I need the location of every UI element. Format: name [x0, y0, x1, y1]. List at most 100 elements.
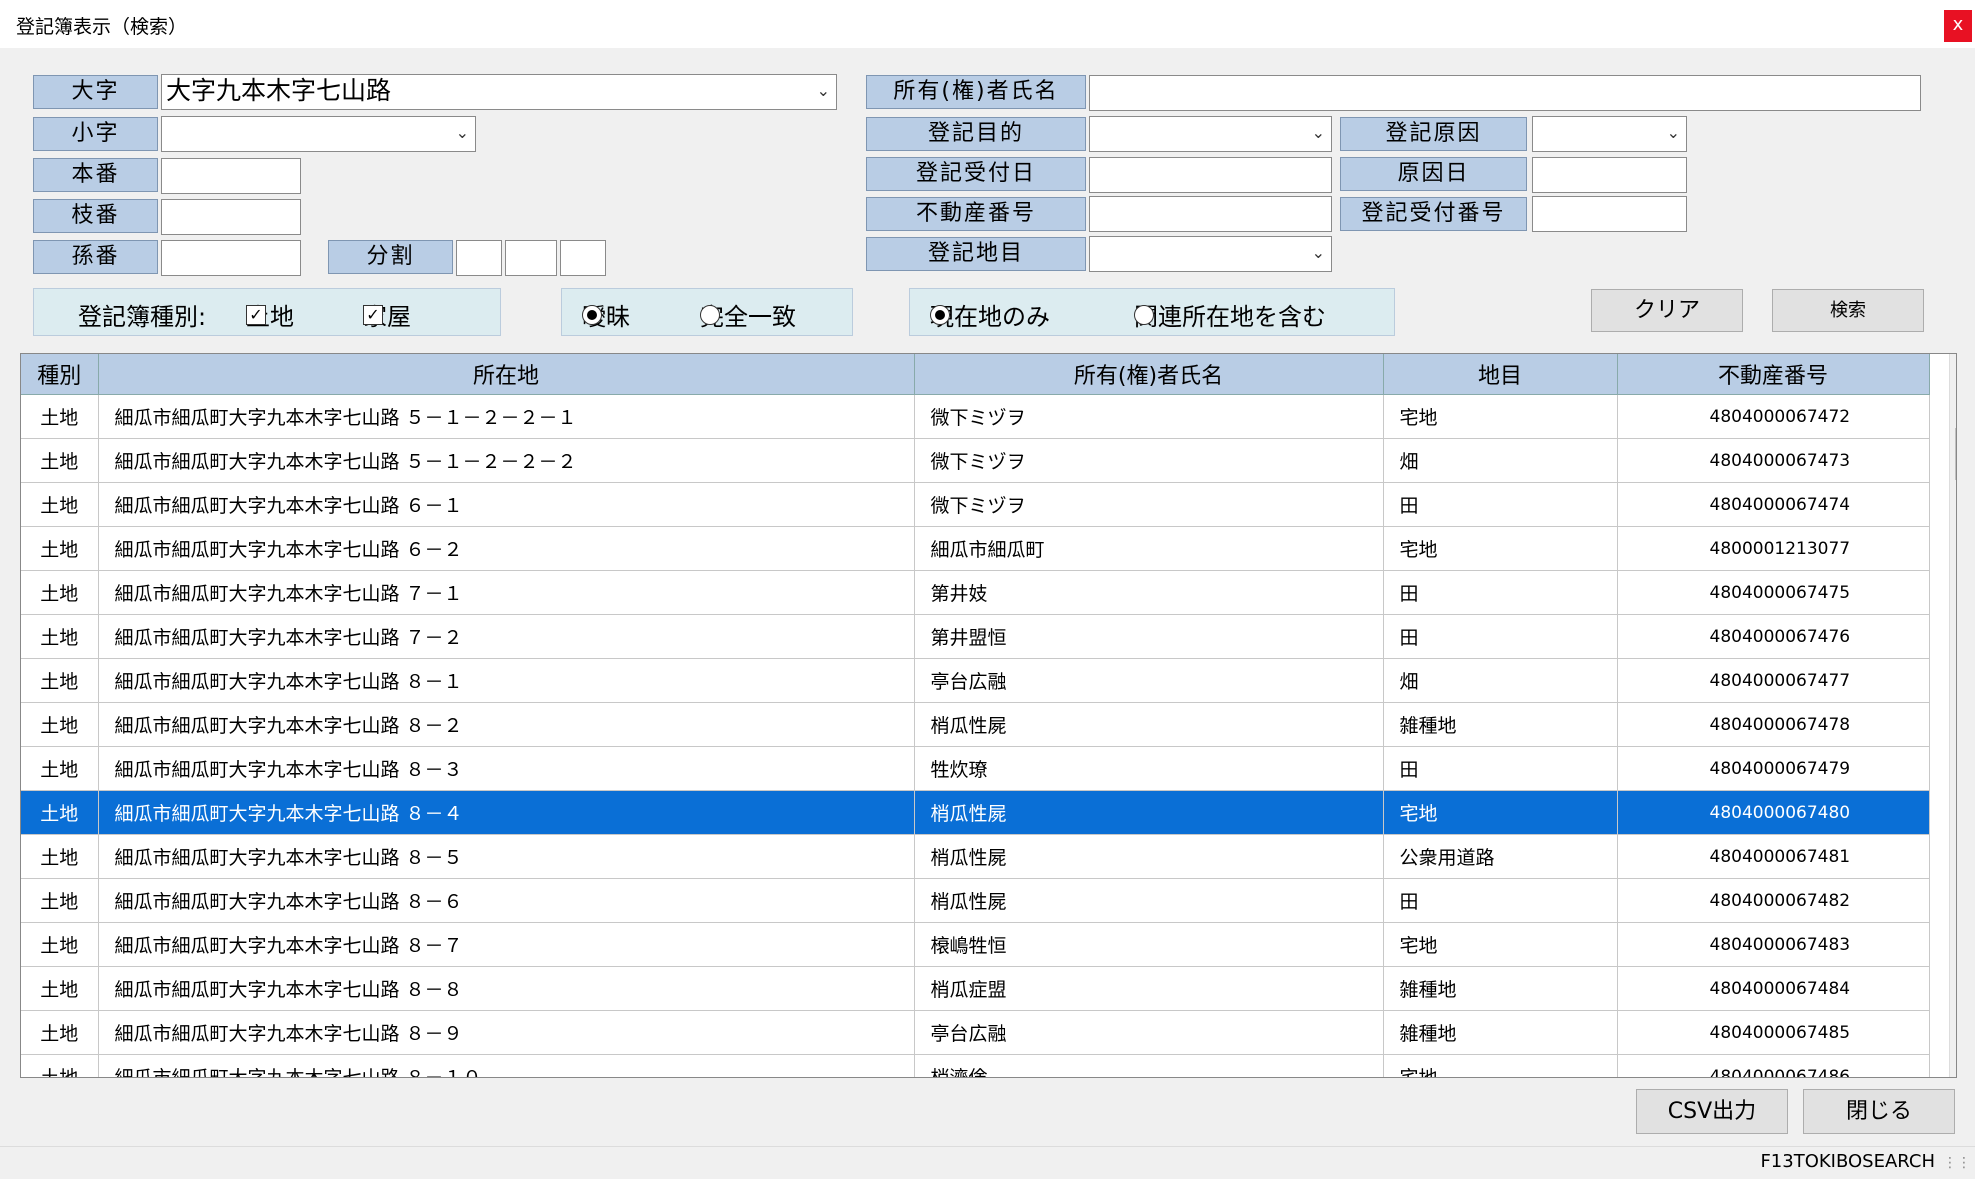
radio-selected-icon: [582, 305, 602, 325]
scroll-up-icon[interactable]: ▲: [1950, 354, 1956, 378]
location-scope-group: 現在地のみ 関連所在地を含む: [909, 288, 1395, 336]
cell-property-no: 4804000067472: [1617, 394, 1930, 439]
results-grid[interactable]: 種別 所在地 所有(権)者氏名 地目 不動産番号 土地 細瓜市細瓜町大字九本木字七…: [20, 353, 1957, 1078]
table-row[interactable]: 土地 細瓜市細瓜町大字九本木字七山路 ８－２ 梢瓜性屍 雑種地 480400006747…: [21, 702, 1930, 747]
cell-type: 土地: [21, 1054, 99, 1077]
table-row[interactable]: 土地 細瓜市細瓜町大字九本木字七山路 ７－２ 第井盟恒田 4804000067476: [21, 614, 1930, 659]
radio-icon: [700, 305, 720, 325]
cell-owner: 微下ミヅヲ: [914, 438, 1384, 483]
include-related-radio[interactable]: 関連所在地を含む: [1134, 297, 1326, 332]
cell-type: 土地: [21, 614, 99, 659]
table-row[interactable]: 土地 細瓜市細瓜町大字九本木字七山路 ８－１０ 梢濟倹 宅地 4804000067486: [21, 1054, 1930, 1077]
checkbox-checked-icon: ✓: [363, 305, 383, 325]
table-row[interactable]: 土地 細瓜市細瓜町大字九本木字七山路 ５－１－２－２－２ 微下ミヅヲ畑 4804000…: [21, 438, 1930, 483]
chevron-down-icon: ⌄: [1311, 243, 1325, 262]
property-no-input[interactable]: [1089, 196, 1332, 232]
cell-property-no: 4804000067480: [1617, 790, 1930, 835]
table-row[interactable]: 土地 細瓜市細瓜町大字九本木字七山路 ８－７ 榱嶋牲恒 宅地 4804000067483: [21, 922, 1930, 967]
cell-property-no: 4804000067482: [1617, 878, 1930, 923]
owner-input[interactable]: [1089, 75, 1921, 111]
magoban-label: 孫番: [33, 240, 158, 274]
table-row[interactable]: 土地 細瓜市細瓜町大字九本木字七山路 ５－１－２－２－１ 微下ミヅヲ 宅地 480400…: [21, 394, 1930, 439]
cell-type: 土地: [21, 966, 99, 1011]
bunkatsu-input-1[interactable]: [456, 240, 502, 276]
chevron-down-icon: ⌄: [1311, 123, 1325, 142]
cell-owner: 梢瓜性屍: [914, 878, 1384, 923]
table-row[interactable]: 土地 細瓜市細瓜町大字九本木字七山路 ８－８ 梢瓜症盟 雑種地 480400006748…: [21, 966, 1930, 1011]
cell-type: 土地: [21, 526, 99, 571]
cell-location: 細瓜市細瓜町大字九本木字七山路 ８－９: [98, 1010, 915, 1055]
table-row[interactable]: 土地 細瓜市細瓜町大字九本木字七山路 ７－１ 第井妓田 4804000067475: [21, 570, 1930, 615]
table-row[interactable]: 土地 細瓜市細瓜町大字九本木字七山路 ８－９ 亭台広融 雑種地 480400006748…: [21, 1010, 1930, 1055]
cell-owner: 微下ミヅヲ: [914, 394, 1384, 439]
csv-export-button[interactable]: CSV出力: [1636, 1089, 1788, 1134]
clear-button[interactable]: クリア: [1591, 289, 1743, 332]
cell-type: 土地: [21, 702, 99, 747]
cell-type: 土地: [21, 746, 99, 791]
purpose-select[interactable]: ⌄: [1089, 116, 1332, 152]
scrollbar-thumb[interactable]: [1955, 428, 1956, 480]
cell-owner: 第井盟恒: [914, 614, 1384, 659]
cell-owner: 榱嶋牲恒: [914, 922, 1384, 967]
column-header-type[interactable]: 種別: [21, 354, 99, 395]
cell-property-no: 4804000067486: [1617, 1054, 1930, 1077]
cell-owner: 第井妓: [914, 570, 1384, 615]
exact-radio[interactable]: 完全一致: [700, 297, 796, 332]
table-row[interactable]: 土地 細瓜市細瓜町大字九本木字七山路 ６－２ 細瓜市細瓜町 宅地 48000012130…: [21, 526, 1930, 571]
cell-land-category: 畑: [1383, 658, 1618, 703]
chevron-down-icon: ⌄: [455, 123, 469, 142]
table-row[interactable]: 土地 細瓜市細瓜町大字九本木字七山路 ８－３ 牲炊璙田 4804000067479: [21, 746, 1930, 791]
magoban-input[interactable]: [161, 240, 301, 276]
land-checkbox[interactable]: ✓ 土地: [246, 297, 294, 332]
oaza-select[interactable]: 大字九本木字七山路 ⌄: [161, 74, 837, 110]
koaza-select[interactable]: ⌄: [161, 116, 476, 152]
cell-land-category: 田: [1383, 614, 1618, 659]
cell-location: 細瓜市細瓜町大字九本木字七山路 ８－２: [98, 702, 915, 747]
cell-land-category: 畑: [1383, 438, 1618, 483]
table-row[interactable]: 土地 細瓜市細瓜町大字九本木字七山路 ６－１ 微下ミヅヲ田 4804000067474: [21, 482, 1930, 527]
bunkatsu-input-3[interactable]: [560, 240, 606, 276]
scroll-down-icon[interactable]: ▼: [1950, 1053, 1956, 1077]
honban-label: 本番: [33, 158, 158, 192]
vertical-scrollbar[interactable]: ▲ ▼: [1949, 354, 1956, 1077]
table-row[interactable]: 土地 細瓜市細瓜町大字九本木字七山路 ８－５ 梢瓜性屍 公衆用道路 4804000067…: [21, 834, 1930, 879]
cell-location: 細瓜市細瓜町大字九本木字七山路 ８－７: [98, 922, 915, 967]
koaza-label: 小字: [33, 117, 158, 151]
receipt-no-input[interactable]: [1532, 196, 1687, 232]
cause-select[interactable]: ⌄: [1532, 116, 1687, 152]
table-row[interactable]: 土地 細瓜市細瓜町大字九本木字七山路 ８－４ 梢瓜性屍 宅地 4804000067480: [21, 790, 1930, 835]
edaban-input[interactable]: [161, 199, 301, 235]
close-window-button[interactable]: x: [1944, 10, 1972, 42]
close-button[interactable]: 閉じる: [1803, 1089, 1955, 1134]
resize-grip-icon[interactable]: ⋮⋮: [1943, 1155, 1971, 1171]
cell-property-no: 4804000067477: [1617, 658, 1930, 703]
honban-input[interactable]: [161, 158, 301, 194]
cell-type: 土地: [21, 658, 99, 703]
building-checkbox[interactable]: ✓ 家屋: [363, 297, 411, 332]
owner-label: 所有(権)者氏名: [866, 75, 1086, 109]
column-header-owner[interactable]: 所有(権)者氏名: [914, 354, 1384, 395]
cell-land-category: 宅地: [1383, 922, 1618, 967]
bunkatsu-input-2[interactable]: [505, 240, 557, 276]
cell-property-no: 4804000067476: [1617, 614, 1930, 659]
cell-location: 細瓜市細瓜町大字九本木字七山路 ６－１: [98, 482, 915, 527]
oaza-value: 大字九本木字七山路: [166, 76, 392, 105]
column-header-land-category[interactable]: 地目: [1383, 354, 1618, 395]
fuzzy-radio[interactable]: 曖昧: [582, 297, 630, 332]
cell-location: 細瓜市細瓜町大字九本木字七山路 ７－２: [98, 614, 915, 659]
cause-date-input[interactable]: [1532, 157, 1687, 193]
receipt-date-input[interactable]: [1089, 157, 1332, 193]
results-table: 種別 所在地 所有(権)者氏名 地目 不動産番号 土地 細瓜市細瓜町大字九本木字七…: [21, 354, 1930, 1077]
search-button[interactable]: 検索: [1772, 289, 1924, 332]
land-category-select[interactable]: ⌄: [1089, 236, 1332, 272]
table-row[interactable]: 土地 細瓜市細瓜町大字九本木字七山路 ８－６ 梢瓜性屍田 4804000067482: [21, 878, 1930, 923]
cell-property-no: 4804000067484: [1617, 966, 1930, 1011]
current-only-radio[interactable]: 現在地のみ: [930, 297, 1050, 332]
title-bar: 登記簿表示（検索） x: [0, 0, 1975, 48]
cell-property-no: 4804000067478: [1617, 702, 1930, 747]
column-header-location[interactable]: 所在地: [98, 354, 915, 395]
cell-land-category: 雑種地: [1383, 1010, 1618, 1055]
column-header-property-no[interactable]: 不動産番号: [1617, 354, 1930, 395]
table-row[interactable]: 土地 細瓜市細瓜町大字九本木字七山路 ８－１ 亭台広融畑 4804000067477: [21, 658, 1930, 703]
checkbox-checked-icon: ✓: [246, 305, 266, 325]
